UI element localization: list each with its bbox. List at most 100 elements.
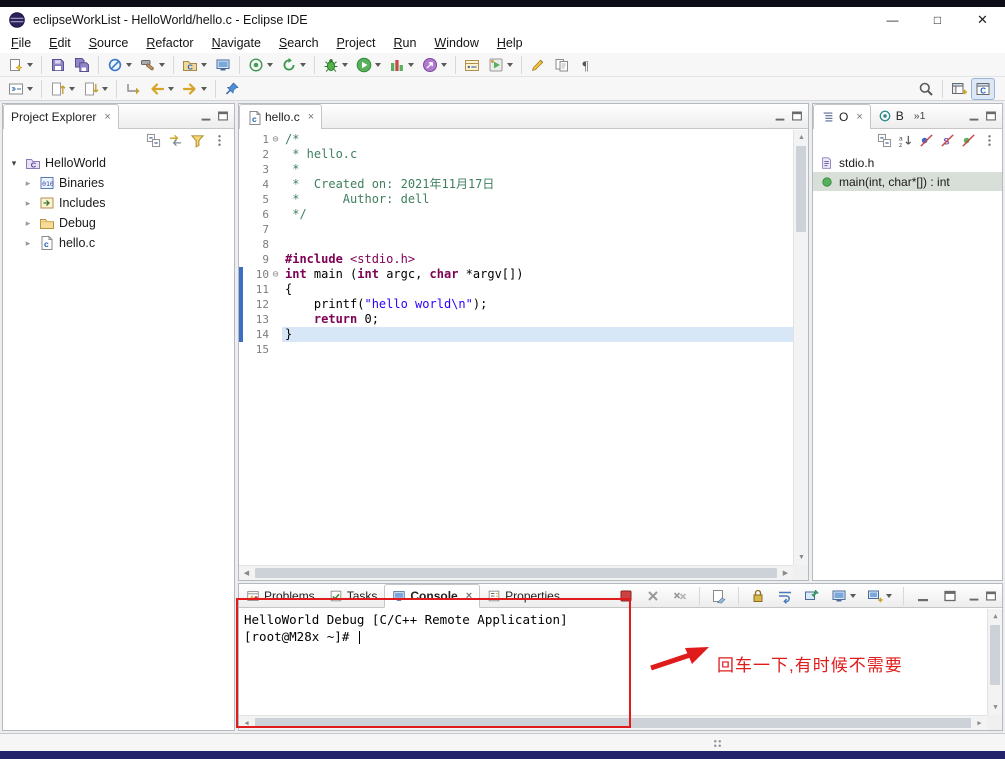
scroll-up-icon[interactable]: ▲ [988, 609, 1003, 624]
remove-all-launches-button[interactable] [668, 585, 692, 607]
chevron-down-icon[interactable]: ▾ [7, 158, 21, 169]
tab-properties[interactable]: Properties [480, 584, 567, 607]
hide-static-members-button[interactable]: S [940, 133, 955, 148]
maximize-view-button[interactable] [938, 585, 962, 607]
code-text[interactable]: return 0; [282, 312, 793, 327]
outline-item-stdio-h[interactable]: stdio.h [813, 153, 1002, 172]
menu-help[interactable]: Help [488, 34, 532, 52]
maximize-button[interactable]: □ [915, 7, 960, 32]
dropdown-arrow-icon[interactable] [126, 62, 132, 67]
chevron-right-icon[interactable]: ▸ [21, 218, 35, 229]
dropdown-arrow-icon[interactable] [267, 62, 273, 67]
editor-vertical-scrollbar[interactable]: ▲ ▼ [793, 130, 808, 565]
pin-editor-button[interactable] [220, 78, 244, 100]
code-text[interactable]: * Author: dell [282, 192, 793, 207]
word-wrap-button[interactable] [773, 585, 797, 607]
code-text[interactable]: * hello.c [282, 147, 793, 162]
hide-fields-button[interactable] [919, 133, 934, 148]
code-text[interactable]: /* [282, 132, 793, 147]
tab-problems[interactable]: Problems [239, 584, 322, 607]
minimize-view-icon[interactable] [967, 109, 981, 123]
show-console-view-button[interactable] [211, 54, 235, 76]
tree-item-binaries[interactable]: ▸ 0101 Binaries [3, 173, 234, 193]
display-selected-console-button[interactable] [827, 585, 860, 607]
code-text[interactable]: } [282, 327, 793, 342]
pin-console-button[interactable] [800, 585, 824, 607]
scroll-right-icon[interactable]: ▶ [778, 566, 793, 581]
fold-marker-icon[interactable]: ⊖ [269, 132, 282, 147]
link-with-editor-button[interactable] [168, 133, 183, 148]
close-tab-icon[interactable]: × [308, 111, 314, 123]
maximize-view-icon[interactable] [790, 109, 804, 123]
new-wizard-button[interactable] [4, 54, 37, 76]
tab-hello-c[interactable]: c hello.c × [239, 104, 323, 129]
restart-button[interactable] [277, 54, 310, 76]
scroll-right-icon[interactable]: ▶ [972, 716, 987, 731]
scrollbar-thumb[interactable] [255, 718, 971, 728]
dropdown-arrow-icon[interactable] [408, 62, 414, 67]
console-horizontal-scrollbar[interactable]: ◀ ▶ [239, 715, 987, 730]
dropdown-arrow-icon[interactable] [69, 86, 75, 91]
code-text[interactable]: int main (int argc, char *argv[]) [282, 267, 793, 282]
code-text[interactable]: #include <stdio.h> [282, 252, 793, 267]
menu-run[interactable]: Run [384, 34, 425, 52]
minimize-view-button[interactable] [911, 585, 935, 607]
remove-launch-button[interactable] [641, 585, 665, 607]
tab-outline-o[interactable]: O × [813, 104, 871, 129]
dropdown-arrow-icon[interactable] [441, 62, 447, 67]
scroll-lock-button[interactable] [746, 585, 770, 607]
chevron-right-icon[interactable]: ▸ [21, 238, 35, 249]
code-text[interactable] [282, 342, 793, 357]
dropdown-arrow-icon[interactable] [300, 62, 306, 67]
minimize-view-icon[interactable] [967, 589, 981, 603]
console-vertical-scrollbar[interactable]: ▲ ▼ [987, 609, 1002, 715]
maximize-view-icon[interactable] [984, 109, 998, 123]
open-element-button[interactable] [460, 54, 484, 76]
dropdown-arrow-icon[interactable] [201, 86, 207, 91]
maximize-view-icon[interactable] [216, 109, 230, 123]
scroll-up-icon[interactable]: ▲ [794, 130, 809, 145]
scroll-left-icon[interactable]: ◀ [239, 716, 254, 731]
new-cpp-project-button[interactable]: C [178, 54, 211, 76]
minimize-view-icon[interactable] [773, 109, 787, 123]
dropdown-arrow-icon[interactable] [507, 62, 513, 67]
fold-marker-icon[interactable]: ⊖ [269, 267, 282, 282]
hide-non-public-members-button[interactable] [961, 133, 976, 148]
minimize-button[interactable]: — [870, 7, 915, 32]
scroll-down-icon[interactable]: ▼ [988, 700, 1003, 715]
code-text[interactable]: * [282, 162, 793, 177]
dropdown-arrow-icon[interactable] [27, 86, 33, 91]
code-editor[interactable]: 1 ⊖/* 2 * hello.c 3 * 4 * Created on: 2021年1… [239, 130, 808, 580]
menu-edit[interactable]: Edit [40, 34, 80, 52]
cpp-perspective-button[interactable]: C [971, 77, 995, 100]
tab-tasks[interactable]: Tasks [322, 584, 385, 607]
debug-button[interactable] [319, 54, 352, 76]
toggle-mark-occurrences-button[interactable] [526, 54, 550, 76]
tab-project-explorer[interactable]: Project Explorer × [3, 104, 119, 129]
view-menu-button[interactable] [212, 133, 227, 148]
toggle-block-selection-button[interactable] [550, 54, 574, 76]
close-tab-icon[interactable]: × [466, 590, 472, 602]
dropdown-arrow-icon[interactable] [27, 62, 33, 67]
chevron-right-icon[interactable]: ▸ [21, 178, 35, 189]
menu-source[interactable]: Source [80, 34, 138, 52]
clear-console-button[interactable] [707, 585, 731, 607]
editor-horizontal-scrollbar[interactable]: ◀ ▶ [239, 565, 793, 580]
close-button[interactable]: ✕ [960, 7, 1005, 32]
dropdown-arrow-icon[interactable] [168, 86, 174, 91]
code-text[interactable]: printf("hello world\n"); [282, 297, 793, 312]
dropdown-arrow-icon[interactable] [886, 593, 892, 598]
tree-item-helloworld[interactable]: ▾ C HelloWorld [3, 153, 234, 173]
back-history-button[interactable] [145, 78, 178, 100]
code-text[interactable]: */ [282, 207, 793, 222]
outline-item-main-int-char-int[interactable]: main(int, char*[]) : int [813, 172, 1002, 191]
terminate-button[interactable] [614, 585, 638, 607]
menu-project[interactable]: Project [328, 34, 385, 52]
menu-file[interactable]: File [2, 34, 40, 52]
dropdown-arrow-icon[interactable] [159, 62, 165, 67]
run-button[interactable] [352, 54, 385, 76]
dropdown-arrow-icon[interactable] [850, 593, 856, 598]
scroll-left-icon[interactable]: ◀ [239, 566, 254, 581]
search-button[interactable] [914, 78, 938, 100]
code-text[interactable] [282, 237, 793, 252]
